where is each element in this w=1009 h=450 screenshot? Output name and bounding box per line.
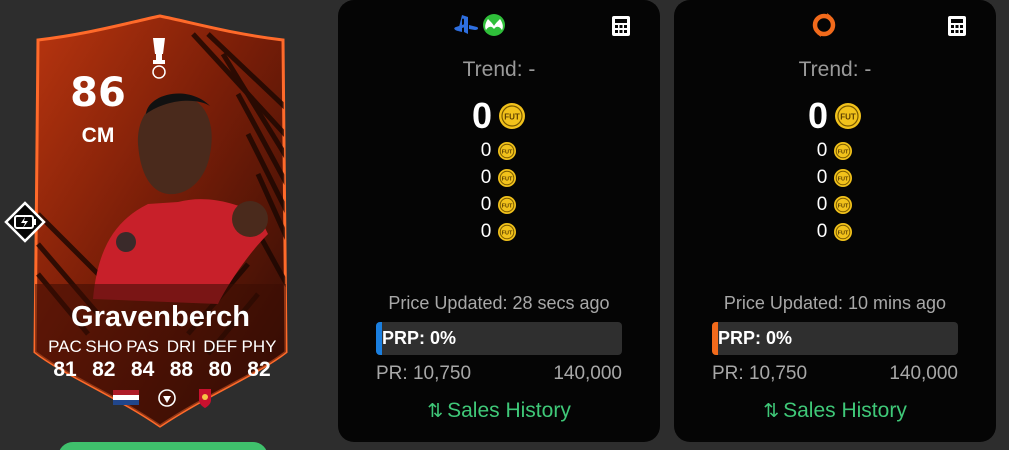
sales-history-button[interactable]: ⇅ Sales History — [674, 399, 996, 423]
sub-price-value: 0 — [480, 194, 492, 215]
coin-icon: FUT — [498, 169, 517, 187]
price-panel-console: Trend: - 0 FUT 0 FUT 0 FUT 0 FUT 0 FUT P… — [338, 0, 660, 442]
coin-label: FUT — [502, 231, 513, 237]
sub-price-row: 0 FUT — [338, 194, 660, 216]
stat-label-phy: PHY — [241, 337, 277, 356]
main-price: 0 FUT — [674, 95, 996, 137]
sub-price-value: 0 — [480, 140, 492, 161]
sub-price-value: 0 — [816, 140, 828, 161]
sub-price-value: 0 — [480, 221, 492, 242]
trend-label: Trend: - — [798, 58, 872, 81]
sub-price-row: 0 FUT — [674, 194, 996, 216]
coin-label: FUT — [502, 204, 513, 210]
price-range-row: PR: 10,750 140,000 — [376, 363, 622, 385]
trend-label: Trend: - — [462, 58, 536, 81]
xbox-icon — [483, 14, 505, 36]
coin-icon: FUT — [835, 103, 862, 129]
sub-price-value: 0 — [816, 194, 828, 215]
price-range-row: PR: 10,750 140,000 — [712, 363, 958, 385]
coin-label: FUT — [838, 204, 849, 210]
prp-bar: PRP: 0% — [376, 322, 622, 355]
main-price-value: 0 — [807, 95, 829, 136]
prp-label: PRP: 0% — [718, 328, 793, 348]
stat-label-dri: DRI — [166, 337, 197, 356]
stat-value-def: 80 — [208, 358, 232, 381]
pr-max: 140,000 — [889, 363, 958, 384]
sales-history-label: Sales History — [783, 399, 907, 422]
coin-label: FUT — [840, 113, 856, 122]
calculator-icon[interactable] — [948, 16, 966, 36]
coin-icon: FUT — [834, 142, 853, 160]
coin-label: FUT — [502, 177, 513, 183]
coin-icon: FUT — [499, 103, 526, 129]
card-flags — [113, 389, 211, 408]
stat-value-pac: 81 — [53, 358, 77, 381]
pr-max: 140,000 — [553, 363, 622, 384]
stat-value-sho: 82 — [92, 358, 116, 381]
pr-min: PR: 10,750 — [376, 363, 472, 384]
sub-price-value: 0 — [480, 167, 492, 188]
price-panel-pc: Trend: - 0 FUT 0 FUT 0 FUT 0 FUT 0 FUT P… — [674, 0, 996, 442]
stat-value-pas: 84 — [130, 358, 155, 381]
coin-icon: FUT — [498, 142, 517, 160]
sub-price-row: 0 FUT — [338, 221, 660, 243]
price-updated-text: Price Updated: 28 secs ago — [388, 293, 610, 313]
coin-icon: FUT — [834, 223, 853, 241]
card-position: CM — [81, 124, 115, 147]
player-name: Gravenberch — [71, 301, 250, 333]
sort-arrows-icon: ⇅ — [763, 401, 780, 422]
coin-label: FUT — [838, 231, 849, 237]
evolution-badge-icon[interactable] — [3, 200, 47, 244]
stat-value-phy: 82 — [247, 358, 271, 381]
sub-price-value: 0 — [816, 167, 828, 188]
main-price: 0 FUT — [338, 95, 660, 137]
calculator-icon[interactable] — [612, 16, 630, 36]
app-root: 86 CM Gravenberch PAC SHO PAS DRI DEF PH… — [0, 0, 1009, 450]
coin-icon: FUT — [498, 223, 517, 241]
stat-values-row: 81 82 84 88 80 82 — [46, 358, 278, 382]
coin-label: FUT — [838, 177, 849, 183]
stat-label-pas: PAS — [126, 337, 159, 356]
coin-label: FUT — [502, 150, 513, 156]
price-updated-text: Price Updated: 10 mins ago — [723, 293, 947, 313]
stat-label-pac: PAC — [48, 337, 82, 356]
stat-value-dri: 88 — [169, 358, 194, 381]
coin-label: FUT — [504, 113, 520, 122]
stat-labels-row: PAC SHO PAS DRI DEF PHY — [46, 337, 278, 357]
prp-bar: PRP: 0% — [712, 322, 958, 355]
pr-min: PR: 10,750 — [712, 363, 808, 384]
sub-price-value: 0 — [816, 221, 828, 242]
main-price-value: 0 — [471, 95, 493, 136]
stat-label-sho: SHO — [85, 337, 123, 356]
liverpool-crest-icon — [199, 389, 211, 408]
playstation-icon — [454, 15, 479, 34]
coin-label: FUT — [838, 150, 849, 156]
green-action-button[interactable] — [58, 442, 268, 450]
sales-history-button[interactable]: ⇅ Sales History — [338, 399, 660, 423]
player-card[interactable]: 86 CM Gravenberch PAC SHO PAS DRI DEF PH… — [18, 14, 303, 434]
coin-icon: FUT — [834, 169, 853, 187]
sort-arrows-icon: ⇅ — [427, 401, 444, 422]
coin-icon: FUT — [498, 196, 517, 214]
netherlands-flag-icon — [113, 390, 139, 405]
premier-league-icon — [158, 389, 176, 407]
stat-label-def: DEF — [203, 337, 238, 356]
sub-price-row: 0 FUT — [674, 221, 996, 243]
sales-history-label: Sales History — [447, 399, 571, 422]
prp-label: PRP: 0% — [382, 328, 457, 348]
sub-price-row: 0 FUT — [338, 140, 660, 162]
sub-price-row: 0 FUT — [338, 167, 660, 189]
origin-icon — [812, 13, 836, 37]
coin-icon: FUT — [834, 196, 853, 214]
sub-price-row: 0 FUT — [674, 140, 996, 162]
europa-league-icon — [152, 38, 166, 79]
card-rating: 86 — [70, 70, 126, 116]
sub-price-row: 0 FUT — [674, 167, 996, 189]
